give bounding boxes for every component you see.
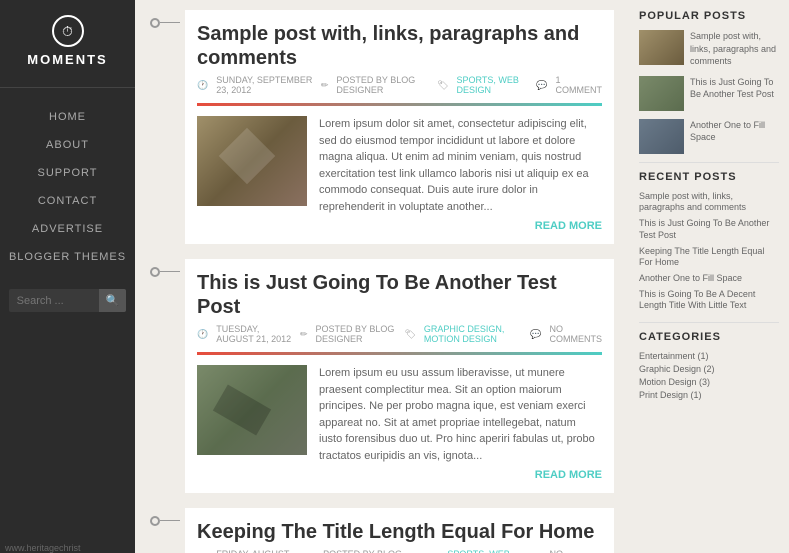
post-item: This is Just Going To Be Another Test Po… [150, 259, 614, 493]
recent-posts-list: Sample post with, links, paragraphs and … [639, 191, 779, 312]
post-thumbnail [197, 116, 307, 206]
thumb-image [197, 365, 307, 455]
post-comments: 1 COMMENT [556, 75, 602, 95]
right-sidebar: POPULAR POSTS Sample post with, links, p… [629, 0, 789, 553]
search-button[interactable]: 🔍 [99, 289, 127, 312]
post-text-area: Lorem ipsum eu usu assum liberavisse, ut… [319, 365, 602, 481]
pen-icon: ✏ [321, 80, 329, 91]
clock-icon: 🕐 [197, 80, 208, 91]
post-thumbnail [197, 365, 307, 455]
post-date: FRIDAY, AUGUST 20, 2013 [216, 549, 299, 553]
post-meta: 🕐 SUNDAY, SEPTEMBER 23, 2012 ✏ POSTED BY… [197, 75, 602, 95]
post-card: Sample post with, links, paragraphs and … [185, 10, 614, 244]
logo-icon: ⏱ [52, 15, 84, 47]
popular-thumb [639, 76, 684, 111]
comment-icon: 💬 [536, 80, 547, 91]
clock-icon: 🕐 [197, 329, 208, 340]
recent-post-item[interactable]: Keeping The Title Length Equal For Home [639, 246, 779, 269]
recent-post-item[interactable]: Sample post with, links, paragraphs and … [639, 191, 779, 214]
popular-post-item: This is Just Going To Be Another Test Po… [639, 76, 779, 111]
post-date: TUESDAY, AUGUST 21, 2012 [216, 324, 292, 344]
popular-thumb [639, 30, 684, 65]
left-sidebar: ⏱ MOMENTS HOME ABOUT SUPPORT CONTACT ADV… [0, 0, 135, 553]
post-item: Sample post with, links, paragraphs and … [150, 10, 614, 244]
post-bullet [150, 18, 160, 28]
post-title[interactable]: This is Just Going To Be Another Test Po… [197, 271, 602, 319]
post-item: Keeping The Title Length Equal For Home … [150, 508, 614, 553]
main-content: Sample post with, links, paragraphs and … [135, 0, 629, 553]
tag-icon: 🏷 [437, 80, 448, 91]
pen-icon: ✏ [300, 329, 308, 340]
sidebar-nav: HOME ABOUT SUPPORT CONTACT ADVERTISE BLO… [0, 103, 135, 271]
post-comments: NO COMMENTS [550, 324, 602, 344]
sidebar-item-contact[interactable]: CONTACT [0, 187, 135, 215]
post-title[interactable]: Sample post with, links, paragraphs and … [197, 22, 602, 70]
post-bullet [150, 267, 160, 277]
post-line [160, 271, 180, 272]
recent-posts-title: RECENT POSTS [639, 171, 779, 183]
popular-post-text[interactable]: Sample post with, links, paragraphs and … [690, 30, 779, 68]
sidebar-item-advertise[interactable]: ADVERTISE [0, 215, 135, 243]
widget-divider [639, 322, 779, 323]
category-item[interactable]: Graphic Design (2) [639, 364, 779, 374]
popular-post-text[interactable]: Another One to Fill Space [690, 119, 779, 154]
post-bullet [150, 516, 160, 526]
comment-icon: 💬 [530, 329, 541, 340]
search-area: 🔍 [1, 281, 135, 320]
post-tags: SPORTS, WEB DESIGN [457, 75, 529, 95]
sidebar-item-blogger-themes[interactable]: BLOGGER THEMES [0, 243, 135, 271]
post-comments: NO COMMENTS [550, 549, 602, 553]
popular-post-item: Sample post with, links, paragraphs and … [639, 30, 779, 68]
post-date: SUNDAY, SEPTEMBER 23, 2012 [216, 75, 313, 95]
sidebar-item-about[interactable]: ABOUT [0, 131, 135, 159]
post-author: POSTED BY BLOG DESIGNER [315, 324, 396, 344]
post-excerpt: Lorem ipsum eu usu assum liberavisse, ut… [319, 365, 602, 464]
sidebar-item-support[interactable]: SUPPORT [0, 159, 135, 187]
logo-text: MOMENTS [27, 52, 107, 67]
category-item[interactable]: Entertainment (1) [639, 351, 779, 361]
logo-area: ⏱ MOMENTS [0, 0, 135, 88]
footer-text: www.heritagechrist [5, 543, 81, 553]
thumb-decoration [213, 385, 271, 436]
post-meta: 🕐 TUESDAY, AUGUST 21, 2012 ✏ POSTED BY B… [197, 324, 602, 344]
post-bullet-area [150, 508, 180, 553]
post-title[interactable]: Keeping The Title Length Equal For Home [197, 520, 602, 544]
post-tags: GRAPHIC DESIGN, MOTION DESIGN [424, 324, 522, 344]
popular-posts-title: POPULAR POSTS [639, 10, 779, 22]
category-item[interactable]: Motion Design (3) [639, 377, 779, 387]
post-body: Lorem ipsum eu usu assum liberavisse, ut… [197, 365, 602, 481]
recent-post-item[interactable]: This is Going To Be A Decent Length Titl… [639, 289, 779, 312]
post-divider [197, 103, 602, 106]
post-body: Lorem ipsum dolor sit amet, consectetur … [197, 116, 602, 232]
popular-thumb [639, 119, 684, 154]
recent-post-item[interactable]: This is Just Going To Be Another Test Po… [639, 218, 779, 241]
post-divider [197, 352, 602, 355]
post-line [160, 520, 180, 521]
read-more-link[interactable]: READ MORE [319, 469, 602, 481]
recent-post-item[interactable]: Another One to Fill Space [639, 273, 779, 285]
popular-post-item: Another One to Fill Space [639, 119, 779, 154]
widget-divider [639, 162, 779, 163]
post-card: This is Just Going To Be Another Test Po… [185, 259, 614, 493]
thumb-decoration [219, 128, 276, 185]
post-meta: 🕐 FRIDAY, AUGUST 20, 2013 ✏ POSTED BY BL… [197, 549, 602, 553]
read-more-link[interactable]: READ MORE [319, 220, 602, 232]
thumb-image [197, 116, 307, 206]
post-bullet-area [150, 10, 180, 244]
post-text-area: Lorem ipsum dolor sit amet, consectetur … [319, 116, 602, 232]
categories-list: Entertainment (1) Graphic Design (2) Mot… [639, 351, 779, 400]
popular-post-text[interactable]: This is Just Going To Be Another Test Po… [690, 76, 779, 111]
post-line [160, 22, 180, 23]
tag-icon: 🏷 [404, 329, 415, 340]
post-card: Keeping The Title Length Equal For Home … [185, 508, 614, 553]
post-tags: SPORTS, WEB DESIGN [447, 549, 522, 553]
post-bullet-area [150, 259, 180, 493]
post-excerpt: Lorem ipsum dolor sit amet, consectetur … [319, 116, 602, 215]
categories-title: CATEGORIES [639, 331, 779, 343]
category-item[interactable]: Print Design (1) [639, 390, 779, 400]
post-author: POSTED BY BLOG DESIGNER [336, 75, 429, 95]
post-author: POSTED BY BLOG DESIGNER [323, 549, 420, 553]
search-input[interactable] [9, 289, 99, 312]
sidebar-item-home[interactable]: HOME [0, 103, 135, 131]
